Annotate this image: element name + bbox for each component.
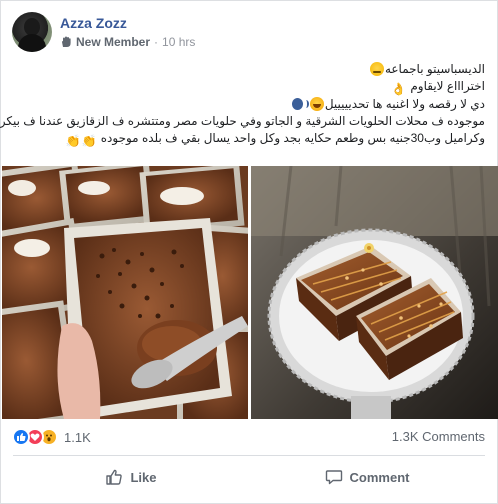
comment-button[interactable]: Comment — [249, 459, 485, 495]
divider — [13, 455, 485, 456]
comment-button-label: Comment — [349, 469, 410, 485]
post-text: الديسباسيتو باجماعه اختراااع لايقاوم 👌 د… — [0, 61, 485, 148]
reaction-count[interactable]: 1.1K — [64, 430, 91, 445]
author-name[interactable]: Azza Zozz — [60, 14, 195, 32]
clapping-emoji-icon: 👏 — [65, 134, 81, 148]
post-subline: New Member · 10 hrs — [60, 34, 195, 50]
smirk-emoji-icon — [369, 62, 384, 76]
reaction-summary[interactable]: 1.1K — [12, 427, 91, 447]
laughing-emoji-icon — [309, 97, 324, 111]
avatar[interactable] — [12, 12, 52, 52]
like-reaction-icon — [12, 428, 30, 446]
separator-dot: · — [154, 35, 159, 49]
dessert-boxes-image — [2, 166, 248, 419]
post-meta: Azza Zozz New Member · 10 hrs — [60, 14, 195, 50]
member-badge: New Member — [76, 35, 151, 49]
hand-wave-icon — [62, 36, 71, 47]
comments-count-link[interactable]: 1.3K Comments — [392, 429, 485, 444]
dessert-photo-left[interactable] — [2, 166, 248, 419]
speaking-head-emoji-icon — [291, 97, 309, 111]
post-line: اختراااع لايقاوم 👌 — [391, 79, 485, 96]
post-line: الديسباسيتو باجماعه — [11, 61, 485, 78]
action-bar: Like Comment — [13, 459, 485, 495]
thumbs-up-icon — [106, 469, 123, 485]
post-line: دي لا رقصه ولا اغنيه ها تحديييييل — [11, 96, 485, 113]
like-button-label: Like — [130, 469, 157, 485]
post-timestamp[interactable]: 10 hrs — [162, 34, 195, 50]
post-card: Azza Zozz New Member · 10 hrs الديسباسيت… — [0, 0, 498, 504]
post-line: وكراميل وب30جنيه بس وطعم حكايه بجد وكل و… — [65, 131, 485, 148]
ok-hand-emoji-icon: 👌 — [391, 82, 407, 96]
clapping-emoji-icon: 👏 — [81, 134, 97, 148]
post-header: Azza Zozz New Member · 10 hrs — [12, 11, 195, 53]
dessert-on-stand-image — [251, 166, 498, 419]
dessert-photo-right[interactable] — [251, 166, 498, 419]
speech-bubble-icon — [325, 470, 342, 485]
post-line: موجوده ف محلات الحلويات الشرقية و الجاتو… — [0, 114, 485, 128]
like-button[interactable]: Like — [13, 459, 249, 495]
